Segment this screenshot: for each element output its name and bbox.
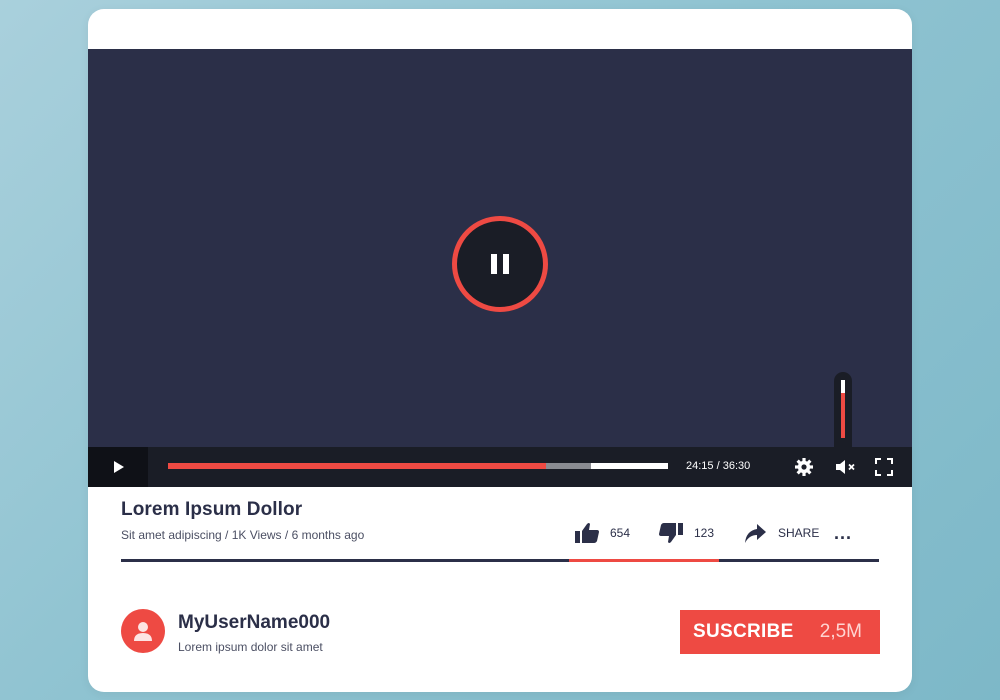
share-arrow-icon: [745, 524, 766, 543]
more-button[interactable]: ...: [834, 523, 852, 544]
share-label: SHARE: [778, 526, 820, 540]
dislike-button[interactable]: 123: [658, 521, 714, 545]
like-button[interactable]: 654: [574, 521, 630, 545]
avatar[interactable]: [121, 609, 165, 653]
subscriber-count: 2,5M: [819, 621, 862, 642]
video-player[interactable]: 24:15 / 36:30: [88, 49, 912, 487]
volume-level: [841, 392, 845, 438]
section-divider: [121, 559, 879, 562]
video-title: Lorem Ipsum Dollor: [121, 499, 303, 520]
time-separator: /: [713, 460, 723, 472]
action-row: 654 123 SHARE ...: [88, 521, 912, 551]
channel-name[interactable]: MyUserName000: [178, 612, 330, 634]
subscribe-button[interactable]: SUSCRIBE 2,5M: [680, 610, 880, 654]
fullscreen-button[interactable]: [874, 457, 894, 477]
divider-accent: [569, 559, 719, 562]
control-bar: 24:15 / 36:30: [88, 447, 912, 487]
thumbs-up-icon: [575, 523, 599, 543]
volume-track[interactable]: [841, 380, 845, 438]
more-dots-icon: ...: [834, 523, 853, 543]
subscribe-label: SUSCRIBE: [693, 621, 794, 642]
volume-slider[interactable]: [834, 372, 852, 447]
like-count: 654: [610, 526, 631, 540]
video-card: 24:15 / 36:30 Lorem Ipsum Dollor Sit ame…: [88, 9, 912, 692]
channel-info: MyUserName000 Lorem ipsum dolor sit amet: [178, 612, 330, 654]
channel-description: Lorem ipsum dolor sit amet: [178, 640, 323, 654]
pause-icon: [491, 254, 509, 274]
duration: 36:30: [722, 460, 751, 472]
played-bar: [168, 463, 546, 469]
dislike-count: 123: [694, 526, 715, 540]
user-icon: [134, 622, 152, 641]
fullscreen-icon: [875, 458, 893, 476]
time-display: 24:15 / 36:30: [686, 460, 750, 472]
play-button[interactable]: [88, 447, 148, 487]
mute-button[interactable]: [834, 457, 858, 477]
share-button[interactable]: SHARE: [742, 521, 819, 545]
seek-bar[interactable]: [168, 463, 668, 469]
current-time: 24:15: [686, 460, 714, 472]
thumbs-down-icon: [659, 523, 683, 543]
gear-icon: [795, 458, 813, 476]
center-pause-button[interactable]: [452, 216, 548, 312]
play-icon: [114, 461, 124, 473]
settings-button[interactable]: [794, 457, 814, 477]
volume-muted-icon: [836, 460, 855, 474]
